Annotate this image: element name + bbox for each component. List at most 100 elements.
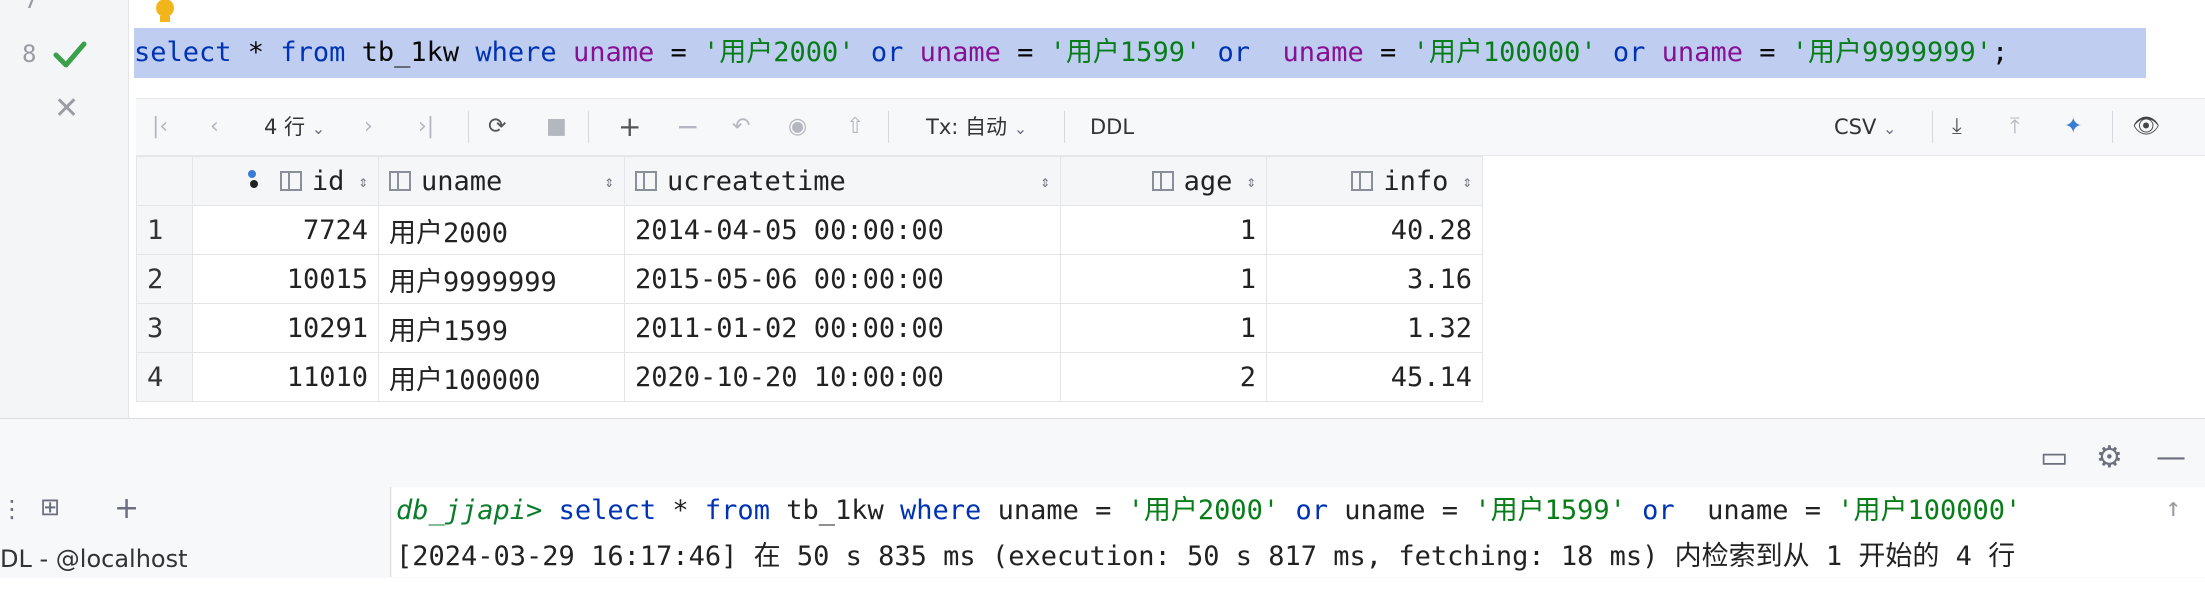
cell-uname[interactable]: 用户1599: [378, 303, 625, 353]
next-page-icon[interactable]: ›: [364, 99, 373, 155]
console-token: '用户2000': [1127, 495, 1280, 526]
sql-token: '用户1599': [1049, 37, 1202, 68]
table-row[interactable]: 1 7724 用户2000 2014-04-05 00:00:00 1 40.2…: [136, 205, 1483, 255]
sort-icon[interactable]: ⇕: [604, 172, 614, 191]
cell-info[interactable]: 1.32: [1266, 303, 1483, 353]
toolbar-divider: [468, 111, 469, 143]
sql-token: *: [231, 37, 281, 68]
sql-token: or: [1217, 37, 1250, 68]
cell-uname[interactable]: 用户2000: [378, 205, 625, 255]
revert-icon[interactable]: ↶: [732, 99, 750, 155]
close-icon[interactable]: ✕: [54, 94, 79, 124]
transaction-mode-dropdown[interactable]: Tx: 自动 ⌄: [926, 99, 1027, 155]
ddl-button[interactable]: DDL: [1090, 99, 1134, 155]
console-token: [1626, 495, 1642, 526]
sql-token: uname: [1282, 37, 1364, 68]
console-token: [1675, 495, 1708, 526]
cell-ucreatetime[interactable]: 2015-05-06 00:00:00: [624, 254, 1061, 304]
cell-info[interactable]: 45.14: [1266, 352, 1483, 402]
row-number-header: [136, 156, 193, 206]
row-count-dropdown[interactable]: 4 行 ⌄: [264, 99, 325, 155]
table-row[interactable]: 3 10291 用户1599 2011-01-02 00:00:00 1 1.3…: [136, 303, 1483, 353]
cell-ucreatetime[interactable]: 2011-01-02 00:00:00: [624, 303, 1061, 353]
cell-ucreatetime[interactable]: 2014-04-05 00:00:00: [624, 205, 1061, 255]
prev-page-icon[interactable]: ‹: [210, 99, 219, 155]
sql-statement-line[interactable]: select * from tb_1kw where uname = '用户20…: [134, 28, 2146, 78]
minimize-icon[interactable]: —: [2156, 440, 2186, 475]
upload-icon[interactable]: ⤒: [2010, 99, 2020, 155]
sort-icon[interactable]: ⇕: [1462, 172, 1472, 191]
submit-icon[interactable]: ⇧: [846, 99, 864, 155]
console-token: =: [1441, 495, 1459, 526]
row-count-label: 4 行: [264, 115, 306, 139]
toolbar-divider: [1064, 111, 1065, 143]
sql-token: or: [1612, 37, 1646, 68]
refresh-icon[interactable]: ⟳: [488, 99, 506, 155]
column-icon: [389, 171, 411, 191]
cell-id[interactable]: 10291: [192, 303, 379, 353]
gutter-divider: [128, 0, 129, 418]
add-row-icon[interactable]: +: [618, 99, 641, 155]
delete-row-icon[interactable]: −: [676, 99, 699, 155]
first-page-icon[interactable]: |‹: [152, 99, 168, 155]
scroll-up-icon[interactable]: ↑: [2165, 493, 2181, 523]
sql-token: uname: [1661, 37, 1743, 68]
export-format-label: CSV: [1834, 115, 1877, 139]
add-icon[interactable]: +: [114, 491, 139, 526]
cell-id[interactable]: 11010: [192, 352, 379, 402]
export-format-dropdown[interactable]: CSV ⌄: [1834, 99, 1896, 155]
result-grid: id ⇕ uname ⇕ ucreatetime ⇕ age ⇕ info ⇕ …: [136, 156, 1483, 402]
table-row[interactable]: 4 11010 用户100000 2020-10-20 10:00:00 2 4…: [136, 352, 1483, 402]
lightbulb-icon[interactable]: [152, 0, 178, 28]
column-header-ucreatetime[interactable]: ucreatetime ⇕: [624, 156, 1061, 206]
console-output[interactable]: db_jjapi> select * from tb_1kw where una…: [392, 487, 2205, 577]
console-token: or: [1295, 495, 1328, 526]
column-label-uname: uname: [421, 165, 503, 197]
cell-info[interactable]: 40.28: [1266, 205, 1483, 255]
preview-changes-icon[interactable]: ◉: [788, 99, 807, 155]
sort-icon[interactable]: ⇕: [1246, 172, 1256, 191]
column-header-uname[interactable]: uname ⇕: [378, 156, 625, 206]
table-row[interactable]: 2 10015 用户9999999 2015-05-06 00:00:00 1 …: [136, 254, 1483, 304]
download-icon[interactable]: ⤓: [1952, 99, 1962, 155]
group-icon[interactable]: ⊞: [40, 493, 60, 521]
last-page-icon[interactable]: ›|: [418, 99, 434, 155]
view-icon[interactable]: 👁: [2132, 99, 2160, 155]
compare-icon[interactable]: ✦: [2064, 99, 2082, 155]
column-header-info[interactable]: info ⇕: [1266, 156, 1483, 206]
result-toolbar: |‹ ‹ 4 行 ⌄ › ›| ⟳ ■ + − ↶ ◉ ⇧ Tx: 自动 ⌄ D…: [136, 98, 2205, 156]
session-item[interactable]: DL - @localhost: [0, 545, 188, 573]
console-token: '用户100000': [1837, 495, 2022, 526]
cell-info[interactable]: 3.16: [1266, 254, 1483, 304]
expand-icon[interactable]: ⋮: [0, 495, 24, 523]
stop-icon[interactable]: ■: [546, 99, 567, 155]
console-token: select: [558, 495, 657, 526]
cell-ucreatetime[interactable]: 2020-10-20 10:00:00: [624, 352, 1061, 402]
layout-icon[interactable]: ▭: [2040, 440, 2068, 475]
console-token: [542, 495, 558, 526]
line-number-7: 7: [24, 0, 39, 14]
column-header-age[interactable]: age ⇕: [1060, 156, 1267, 206]
cell-uname[interactable]: 用户100000: [378, 352, 625, 402]
cell-id[interactable]: 10015: [192, 254, 379, 304]
console-token: [1279, 495, 1295, 526]
sort-icon[interactable]: ⇕: [1040, 172, 1050, 191]
column-header-id[interactable]: id ⇕: [192, 156, 379, 206]
cell-uname[interactable]: 用户9999999: [378, 254, 625, 304]
cell-age[interactable]: 1: [1060, 205, 1267, 255]
console-prompt: db_jjapi>: [396, 495, 543, 526]
console-token: [1788, 495, 1804, 526]
column-label-age: age: [1183, 165, 1233, 197]
console-command-line: db_jjapi> select * from tb_1kw where una…: [396, 491, 2021, 531]
gear-icon[interactable]: ⚙: [2096, 440, 2123, 475]
cell-age[interactable]: 2: [1060, 352, 1267, 402]
cell-id[interactable]: 7724: [192, 205, 379, 255]
console-command: select * from tb_1kw where uname = '用户20…: [542, 495, 2022, 526]
console-token: [1458, 495, 1474, 526]
cell-age[interactable]: 1: [1060, 303, 1267, 353]
console-token: =: [1804, 495, 1821, 526]
sort-icon[interactable]: ⇕: [358, 172, 368, 191]
cell-age[interactable]: 1: [1060, 254, 1267, 304]
